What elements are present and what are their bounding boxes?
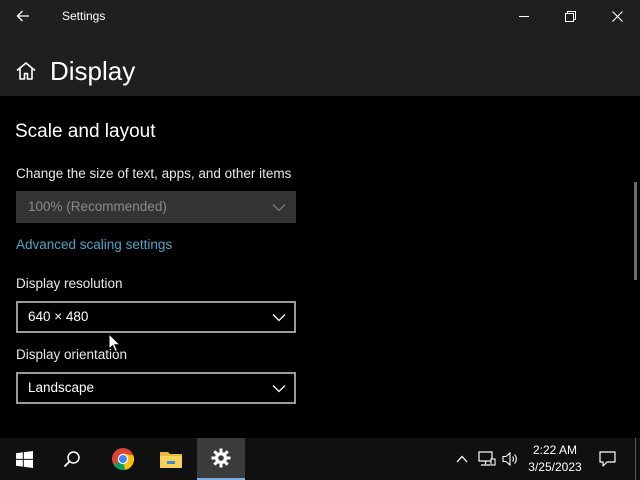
resolution-label: Display resolution	[16, 276, 123, 291]
chrome-icon	[112, 448, 135, 471]
search-icon	[63, 451, 80, 468]
notification-icon	[598, 451, 616, 467]
chevron-up-icon	[456, 455, 468, 463]
minimize-icon	[519, 16, 529, 17]
settings-icon	[211, 448, 231, 468]
chevron-down-icon	[272, 314, 286, 322]
network-tray-button[interactable]	[476, 438, 498, 480]
close-icon	[611, 10, 623, 22]
title-bar: Settings	[0, 0, 640, 32]
section-title: Scale and layout	[15, 121, 156, 142]
show-desktop-button[interactable]	[635, 438, 636, 480]
back-button[interactable]	[0, 0, 46, 32]
advanced-scaling-link[interactable]: Advanced scaling settings	[16, 237, 172, 252]
back-arrow-icon	[16, 10, 29, 22]
chevron-down-icon	[272, 385, 286, 393]
settings-taskbar-button[interactable]	[197, 438, 245, 480]
scale-value: 100% (Recommended)	[28, 199, 167, 214]
page-title: Display	[50, 56, 136, 86]
search-button[interactable]	[48, 438, 96, 480]
restore-button[interactable]	[547, 0, 593, 32]
clock-time: 2:22 AM	[532, 443, 578, 457]
volume-tray-button[interactable]	[500, 438, 520, 480]
chevron-down-icon	[272, 204, 286, 212]
file-explorer-taskbar-button[interactable]	[147, 438, 195, 480]
resolution-dropdown[interactable]: 640 × 480	[16, 301, 296, 333]
close-button[interactable]	[594, 0, 640, 32]
volume-icon	[501, 452, 517, 466]
scale-label: Change the size of text, apps, and other…	[16, 166, 292, 181]
scrollbar-thumb[interactable]	[634, 182, 637, 280]
orientation-value: Landscape	[28, 380, 95, 395]
home-icon[interactable]	[15, 60, 37, 82]
taskbar-clock[interactable]: 2:22 AM 3/25/2023	[520, 442, 590, 476]
window-title: Settings	[62, 9, 106, 23]
network-icon	[478, 451, 496, 466]
chrome-taskbar-button[interactable]	[99, 438, 147, 480]
scale-dropdown: 100% (Recommended)	[16, 191, 296, 223]
file-explorer-icon	[160, 452, 182, 468]
windows-start-icon	[15, 450, 33, 468]
action-center-button[interactable]	[594, 438, 620, 480]
mouse-cursor-icon	[108, 333, 122, 353]
show-hidden-icons-button[interactable]	[452, 438, 472, 480]
start-button[interactable]	[0, 438, 48, 480]
page-header: Display	[0, 32, 640, 96]
clock-date: 3/25/2023	[528, 460, 582, 474]
minimize-button[interactable]	[501, 0, 547, 32]
taskbar: 2:22 AM 3/25/2023	[0, 438, 640, 480]
settings-content: Scale and layout Change the size of text…	[0, 96, 640, 438]
restore-icon	[564, 10, 576, 22]
resolution-value: 640 × 480	[28, 309, 89, 324]
orientation-dropdown[interactable]: Landscape	[16, 372, 296, 404]
